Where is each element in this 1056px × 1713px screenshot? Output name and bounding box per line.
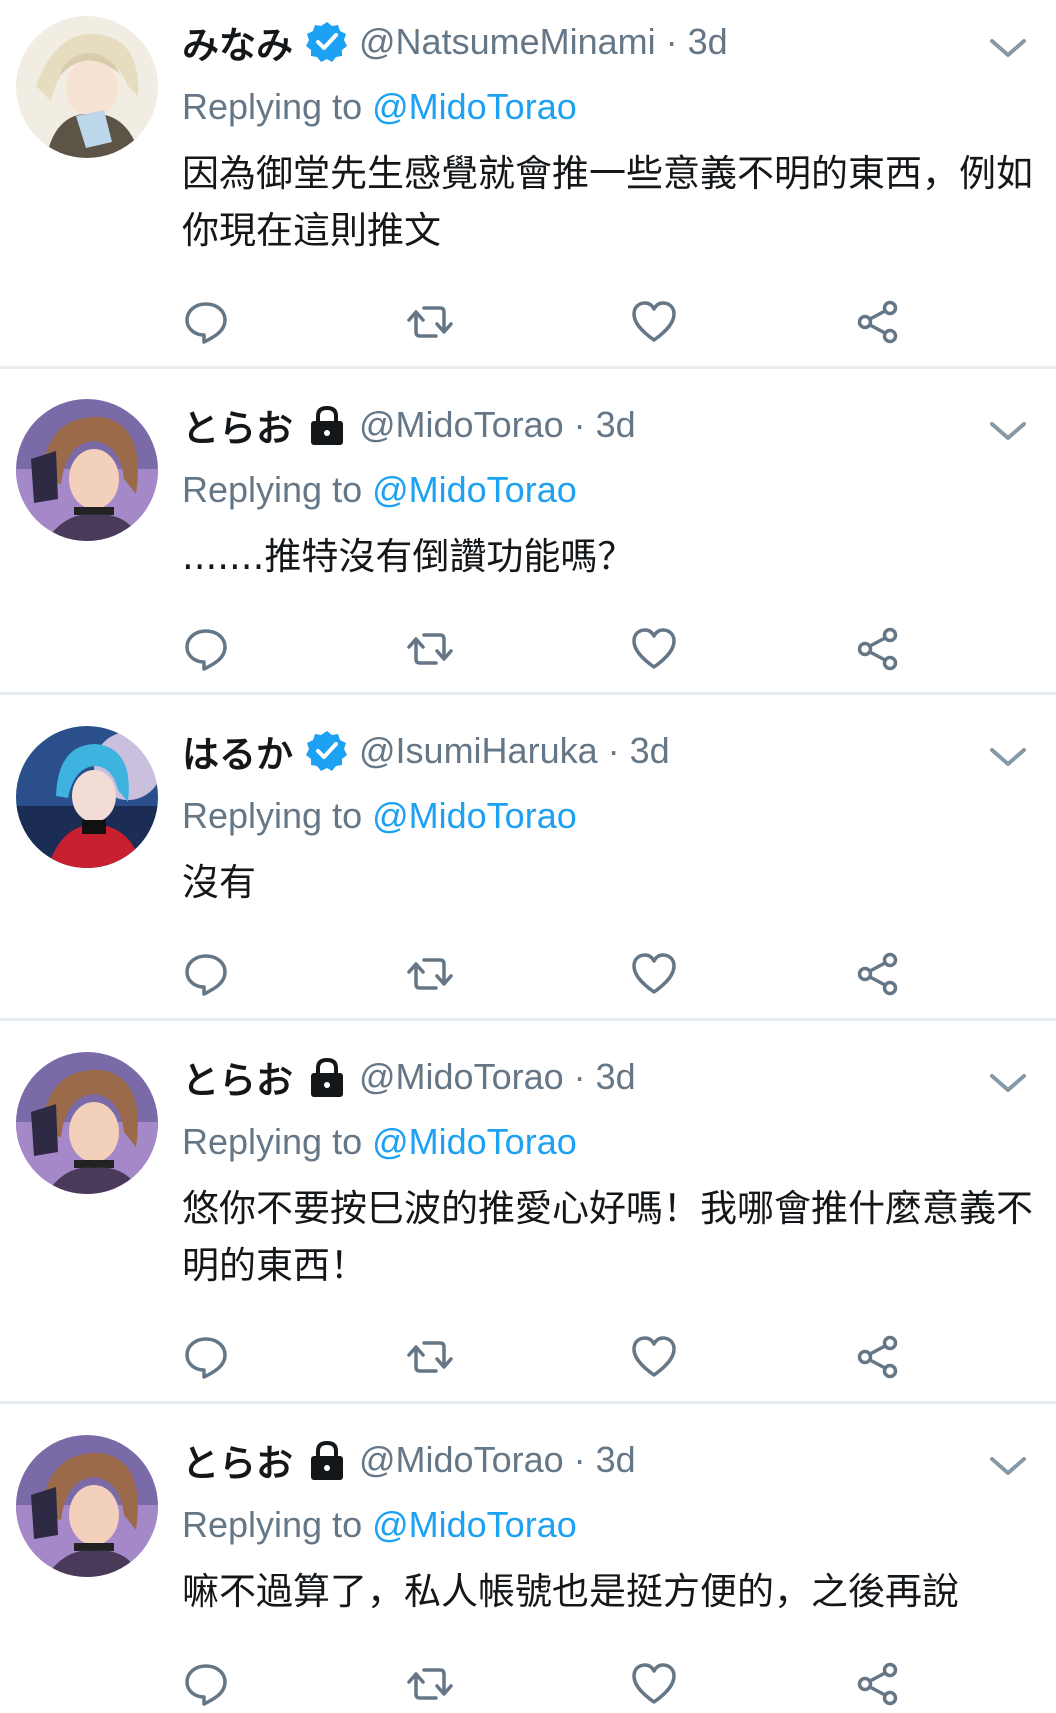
mention-link[interactable]: @MidoTorao	[372, 1504, 577, 1545]
lock-icon	[305, 403, 349, 447]
chevron-down-icon[interactable]	[986, 33, 1030, 63]
heart-icon[interactable]	[630, 298, 678, 346]
tweet-text: 沒有	[182, 861, 256, 904]
verified-badge-icon	[305, 20, 349, 64]
divider	[0, 1018, 1056, 1021]
heart-icon[interactable]	[630, 625, 678, 673]
replying-to: Replying to @MidoTorao	[182, 1121, 577, 1162]
retweet-icon[interactable]	[406, 1333, 454, 1381]
reply-icon[interactable]	[182, 1333, 230, 1381]
mention-link[interactable]: @MidoTorao	[372, 795, 577, 836]
chevron-down-icon[interactable]	[986, 416, 1030, 446]
reply-icon[interactable]	[182, 625, 230, 673]
replying-to: Replying to @MidoTorao	[182, 795, 577, 836]
handle-and-time[interactable]: @IsumiHaruka · 3d	[359, 730, 670, 772]
replying-to: Replying to @MidoTorao	[182, 469, 577, 510]
divider	[0, 1401, 1056, 1404]
mention-link[interactable]: @MidoTorao	[372, 86, 577, 127]
share-icon[interactable]	[854, 1333, 902, 1381]
chevron-down-icon[interactable]	[986, 742, 1030, 772]
tweet-text: 因為御堂先生感覺就會推一些意義不明的東西，例如你現在這則推文	[182, 152, 1033, 252]
divider	[0, 366, 1056, 369]
mention-link[interactable]: @MidoTorao	[372, 469, 577, 510]
lock-icon	[305, 1055, 349, 1099]
avatar[interactable]	[16, 16, 158, 158]
reply-icon[interactable]	[182, 950, 230, 998]
tweet-text: 嘛不過算了，私人帳號也是挺方便的，之後再說	[182, 1570, 959, 1613]
handle-and-time[interactable]: @MidoTorao · 3d	[359, 1439, 636, 1481]
retweet-icon[interactable]	[406, 625, 454, 673]
share-icon[interactable]	[854, 950, 902, 998]
display-name[interactable]: とらお	[182, 1433, 293, 1487]
verified-badge-icon	[305, 729, 349, 773]
replying-to: Replying to @MidoTorao	[182, 1504, 577, 1545]
avatar[interactable]	[16, 399, 158, 541]
display-name[interactable]: とらお	[182, 1050, 293, 1104]
share-icon[interactable]	[854, 1660, 902, 1708]
tweet-text: 悠你不要按巳波的推愛心好嗎！我哪會推什麼意義不明的東西！	[182, 1187, 1033, 1287]
heart-icon[interactable]	[630, 1333, 678, 1381]
avatar[interactable]	[16, 1052, 158, 1194]
divider	[0, 692, 1056, 695]
handle-and-time[interactable]: @MidoTorao · 3d	[359, 404, 636, 446]
chevron-down-icon[interactable]	[986, 1451, 1030, 1481]
mention-link[interactable]: @MidoTorao	[372, 1121, 577, 1162]
display-name[interactable]: はるか	[182, 724, 293, 778]
display-name[interactable]: みなみ	[182, 15, 293, 69]
avatar[interactable]	[16, 1435, 158, 1577]
share-icon[interactable]	[854, 625, 902, 673]
lock-icon	[305, 1438, 349, 1482]
tweet-text: .......推特沒有倒讚功能嗎？	[182, 535, 635, 578]
chevron-down-icon[interactable]	[986, 1068, 1030, 1098]
display-name[interactable]: とらお	[182, 398, 293, 452]
handle-and-time[interactable]: @MidoTorao · 3d	[359, 1056, 636, 1098]
heart-icon[interactable]	[630, 1660, 678, 1708]
reply-icon[interactable]	[182, 298, 230, 346]
retweet-icon[interactable]	[406, 950, 454, 998]
share-icon[interactable]	[854, 298, 902, 346]
retweet-icon[interactable]	[406, 298, 454, 346]
heart-icon[interactable]	[630, 950, 678, 998]
reply-icon[interactable]	[182, 1660, 230, 1708]
replying-to: Replying to @MidoTorao	[182, 86, 577, 127]
retweet-icon[interactable]	[406, 1660, 454, 1708]
handle-and-time[interactable]: @NatsumeMinami · 3d	[359, 21, 728, 63]
avatar[interactable]	[16, 726, 158, 868]
